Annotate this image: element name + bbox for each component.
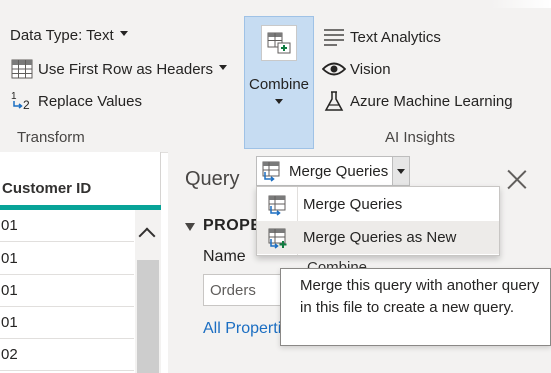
menu-item-merge-queries-as-new[interactable]: Merge Queries as New xyxy=(257,221,499,254)
menu-item-merge-queries[interactable]: Merge Queries xyxy=(257,188,499,221)
transform-group-label: Transform xyxy=(17,129,85,146)
use-first-row-label: Use First Row as Headers xyxy=(38,60,214,78)
azure-ml-label: Azure Machine Learning xyxy=(350,92,513,110)
table-header-icon xyxy=(10,57,34,81)
merge-queries-split-button[interactable]: Merge Queries xyxy=(256,156,410,186)
replace-values-button[interactable]: 1 2 Replace Values xyxy=(10,89,142,113)
use-first-row-as-headers-button[interactable]: Use First Row as Headers xyxy=(10,57,228,81)
column-header-customer-id[interactable]: Customer ID xyxy=(0,172,161,204)
merge-dropdown-menu: Merge Queries Merge Queries as New xyxy=(256,186,500,256)
replace-values-label: Replace Values xyxy=(38,92,142,110)
chevron-down-icon xyxy=(219,64,228,70)
svg-text:2: 2 xyxy=(23,98,30,112)
merge-queries-button-label: Merge Queries xyxy=(289,162,389,180)
vision-button[interactable]: Vision xyxy=(322,57,391,81)
table-row[interactable]: 02 xyxy=(0,339,134,371)
combine-icon xyxy=(261,25,297,61)
data-grid: Customer ID 01 01 01 01 02 xyxy=(0,152,161,373)
merge-queries-icon xyxy=(260,158,286,184)
name-label: Name xyxy=(203,248,246,265)
chevron-down-icon xyxy=(397,168,405,174)
top-fade xyxy=(491,0,551,8)
query-panel-title: Query xyxy=(185,168,240,190)
text-analytics-button[interactable]: Text Analytics xyxy=(322,25,441,49)
svg-text:1: 1 xyxy=(11,91,17,102)
azure-ml-button[interactable]: Azure Machine Learning xyxy=(322,89,513,113)
collapse-triangle-icon[interactable] xyxy=(185,223,195,231)
chevron-down-icon xyxy=(119,31,128,36)
text-lines-icon xyxy=(322,25,346,49)
table-row[interactable]: 01 xyxy=(0,275,134,307)
ai-insights-group-label: AI Insights xyxy=(385,129,456,146)
menu-item-label: Merge Queries as New xyxy=(303,229,457,246)
data-type-button[interactable]: Data Type: Text xyxy=(10,27,128,44)
table-row[interactable]: 01 xyxy=(0,210,134,242)
combine-label: Combine xyxy=(248,76,310,93)
close-icon[interactable] xyxy=(507,169,527,189)
vision-label: Vision xyxy=(350,60,391,78)
data-type-label: Data Type: Text xyxy=(10,27,114,44)
vertical-scrollbar[interactable] xyxy=(135,210,161,373)
scroll-thumb[interactable] xyxy=(137,260,159,373)
ribbon: Data Type: Text Use First Row as Headers… xyxy=(0,0,551,152)
table-row[interactable]: 01 xyxy=(0,307,134,339)
merge-tooltip: Merge this query with another query in t… xyxy=(280,268,551,346)
merge-dropdown-arrow[interactable] xyxy=(392,157,409,185)
scroll-up-icon[interactable] xyxy=(138,227,156,245)
merge-queries-icon xyxy=(257,188,297,221)
combine-button[interactable]: Combine xyxy=(244,16,314,149)
menu-item-label: Merge Queries xyxy=(303,196,403,213)
chevron-down-icon xyxy=(275,99,283,104)
text-analytics-label: Text Analytics xyxy=(350,28,441,46)
eye-icon xyxy=(322,57,346,81)
flask-icon xyxy=(322,89,346,113)
merge-queries-new-icon xyxy=(257,221,297,254)
replace-values-icon: 1 2 xyxy=(10,89,34,113)
table-row[interactable]: 01 xyxy=(0,243,134,275)
